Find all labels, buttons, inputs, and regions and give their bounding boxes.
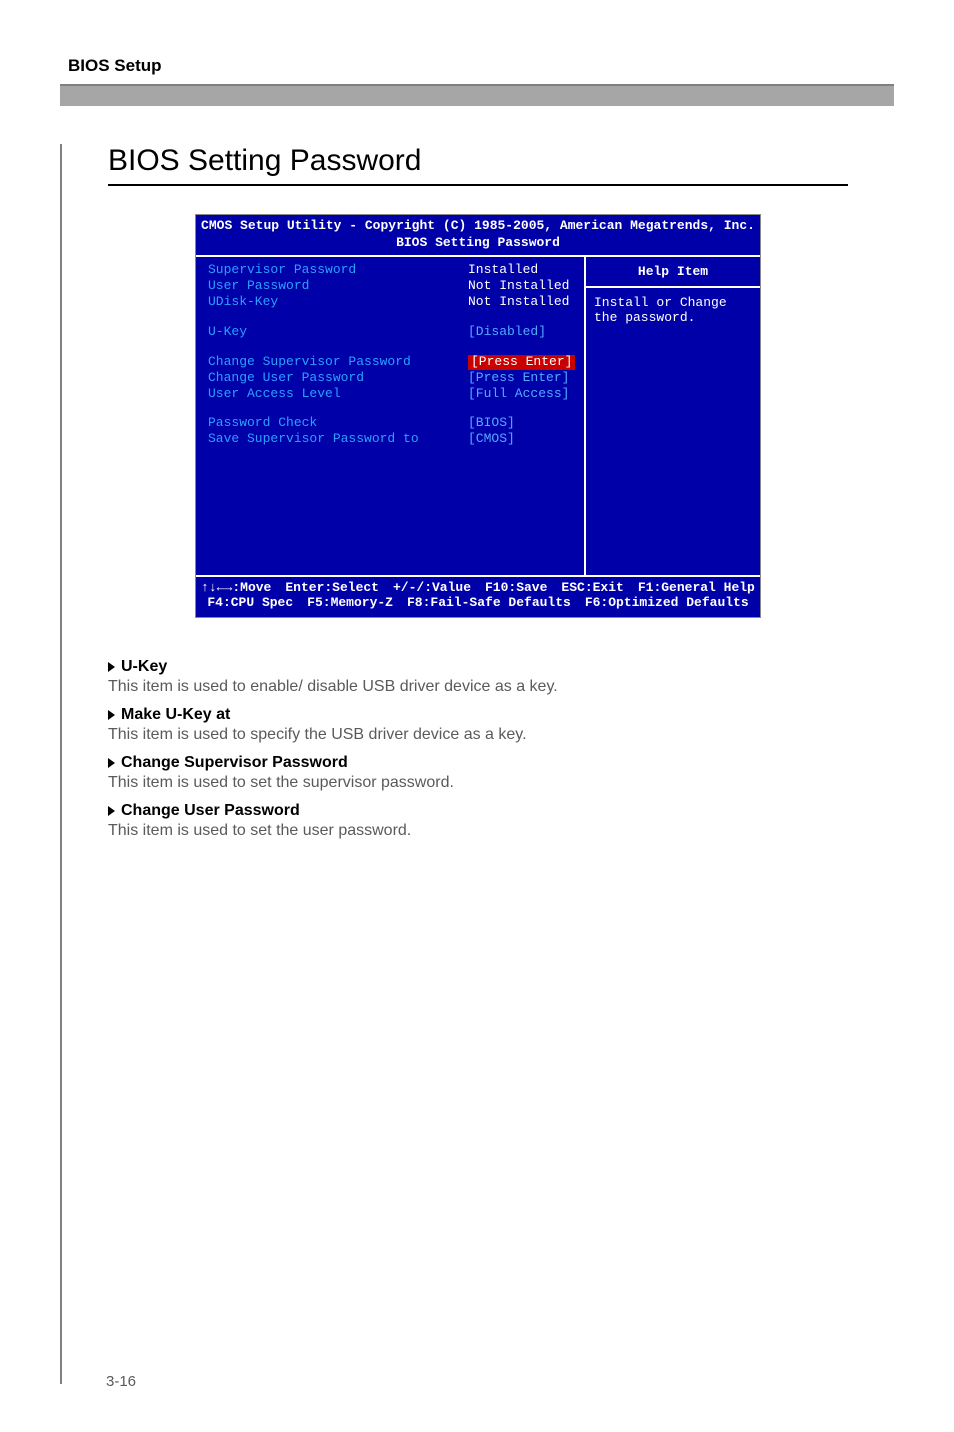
bios-title-line1: CMOS Setup Utility - Copyright (C) 1985-… (196, 215, 760, 236)
bios-value: [Press Enter] (468, 371, 569, 386)
item-head-text: Make U-Key at (121, 706, 230, 724)
bios-row[interactable]: Change User Password [Press Enter] (208, 371, 576, 386)
bios-row[interactable]: User Password Not Installed (208, 279, 576, 294)
footer-key: F4:CPU Spec (207, 596, 293, 611)
section-label: BIOS Setup (68, 56, 894, 76)
triangle-icon (108, 758, 115, 768)
item-body: This item is used to specify the USB dri… (108, 726, 848, 744)
item-body: This item is used to set the supervisor … (108, 774, 848, 792)
bios-label: UDisk-Key (208, 295, 468, 310)
bios-row[interactable]: Supervisor Password Installed (208, 263, 576, 278)
triangle-icon (108, 806, 115, 816)
triangle-icon (108, 710, 115, 720)
item-header-change-user: Change User Password (108, 802, 848, 820)
item-header-change-supervisor: Change Supervisor Password (108, 754, 848, 772)
footer-key: +/-/:Value (393, 581, 471, 596)
bios-value: [Disabled] (468, 325, 546, 340)
content-area: BIOS Setting Password CMOS Setup Utility… (60, 144, 894, 1384)
bios-value: Not Installed (468, 279, 569, 294)
footer-key: F5:Memory-Z (307, 596, 393, 611)
footer-key: F1:General Help (638, 581, 755, 596)
footer-key: F6:Optimized Defaults (585, 596, 749, 611)
bios-value: Installed (468, 263, 538, 278)
item-body: This item is used to set the user passwo… (108, 822, 848, 840)
bios-footer: ↑↓←→:Move Enter:Select +/-/:Value F10:Sa… (196, 577, 760, 617)
item-head-text: Change Supervisor Password (121, 754, 348, 772)
bios-value: Not Installed (468, 295, 569, 310)
item-header-ukey: U-Key (108, 658, 848, 676)
footer-key: F8:Fail-Safe Defaults (407, 596, 571, 611)
help-text: Install or Change the password. (594, 296, 752, 326)
footer-key: F10:Save (485, 581, 547, 596)
bios-label: U-Key (208, 325, 468, 340)
footer-key: Enter:Select (285, 581, 379, 596)
bios-value-selected: [Press Enter] (468, 355, 575, 370)
bios-row[interactable]: U-Key [Disabled] (208, 325, 576, 340)
description-list: U-Key This item is used to enable/ disab… (108, 658, 848, 840)
bios-value: [Full Access] (468, 387, 569, 402)
bios-label: Change Supervisor Password (208, 355, 468, 370)
bios-row[interactable]: Change Supervisor Password [Press Enter] (208, 355, 576, 370)
bios-value: [BIOS] (468, 416, 515, 431)
bios-label: User Password (208, 279, 468, 294)
help-title: Help Item (594, 263, 752, 286)
item-header-make-ukey: Make U-Key at (108, 706, 848, 724)
bios-row[interactable]: UDisk-Key Not Installed (208, 295, 576, 310)
bios-label: Password Check (208, 416, 468, 431)
page-title: BIOS Setting Password (108, 144, 848, 186)
header-divider (60, 84, 894, 106)
bios-menu: Supervisor Password Installed User Passw… (196, 257, 586, 575)
help-separator (586, 286, 760, 288)
bios-row[interactable]: Save Supervisor Password to [CMOS] (208, 432, 576, 447)
bios-row[interactable]: User Access Level [Full Access] (208, 387, 576, 402)
bios-label: Supervisor Password (208, 263, 468, 278)
item-head-text: U-Key (121, 658, 167, 676)
triangle-icon (108, 662, 115, 672)
footer-key: ↑↓←→:Move (201, 581, 271, 596)
item-head-text: Change User Password (121, 802, 300, 820)
bios-label: Change User Password (208, 371, 468, 386)
footer-key: ESC:Exit (561, 581, 623, 596)
page-number: 3-16 (106, 1373, 136, 1390)
bios-row[interactable]: Password Check [BIOS] (208, 416, 576, 431)
bios-value: [CMOS] (468, 432, 515, 447)
bios-title-line2: BIOS Setting Password (196, 236, 760, 255)
bios-help-panel: Help Item Install or Change the password… (586, 257, 760, 575)
item-body: This item is used to enable/ disable USB… (108, 678, 848, 696)
bios-screenshot: CMOS Setup Utility - Copyright (C) 1985-… (195, 214, 761, 618)
bios-label: User Access Level (208, 387, 468, 402)
bios-label: Save Supervisor Password to (208, 432, 468, 447)
